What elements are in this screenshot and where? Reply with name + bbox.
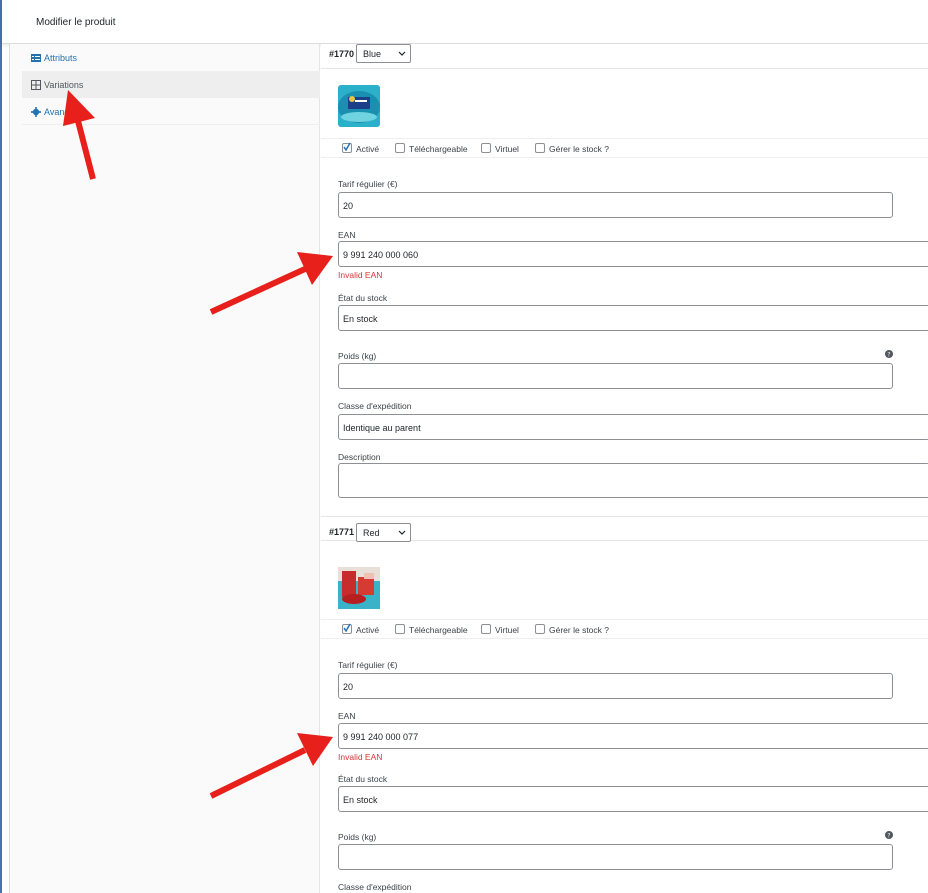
grid-icon [31,80,41,90]
manage-stock-label: Gérer le stock ? [549,625,609,635]
checkbox-box [535,143,545,153]
variation-image[interactable] [338,85,380,127]
checkbox-box [535,624,545,634]
svg-text:?: ? [887,351,890,358]
ean-value: 9 991 240 000 077 [343,732,419,742]
weight-input[interactable] [338,844,893,870]
price-value: 20 [343,201,354,211]
variation-image[interactable] [338,567,380,609]
ean-error: Invalid EAN [338,752,383,762]
manage-stock-label: Gérer le stock ? [549,144,609,154]
stock-status-label: État du stock [338,774,388,784]
gear-icon [31,107,41,117]
virtual-label: Virtuel [495,144,519,154]
svg-text:?: ? [887,832,890,839]
variation-attribute-select[interactable]: Red [356,523,411,542]
description-textarea[interactable] [338,463,928,498]
variation-id: #1771 [329,527,355,537]
tab-variations[interactable]: Variations [22,71,320,98]
check-icon [343,623,351,633]
variation-attribute-select[interactable]: Blue [356,44,411,63]
variation-header[interactable]: #1771 Red [321,516,928,542]
price-label: Tarif régulier (€) [338,179,398,189]
weight-label: Poids (kg) [338,832,377,842]
weight-input[interactable] [338,363,893,389]
checkbox-box [481,624,491,634]
variation-options-row: Activé Téléchargeable Virtuel Gérer le s… [321,619,928,639]
weight-label: Poids (kg) [338,351,377,361]
tab-attributes[interactable]: Attributs [22,44,320,71]
stock-status-select[interactable]: En stock [338,786,928,812]
tab-attributes-label: Attributs [44,53,78,63]
list-icon [31,54,41,62]
chevron-down-icon [398,51,406,56]
downloadable-label: Téléchargeable [409,144,468,154]
shipping-class-select[interactable]: Identique au parent [338,414,928,440]
shipping-class-label: Classe d'expédition [338,882,412,892]
stock-status-value: En stock [343,314,378,324]
checkbox-box [481,143,491,153]
ean-error: Invalid EAN [338,270,383,280]
variation-attribute-value: Red [363,528,380,538]
product-thumbnail-red-icon [338,567,380,609]
ean-input[interactable]: 9 991 240 000 077 [338,723,928,749]
tab-advanced[interactable]: Avancé [22,98,320,125]
checkbox-box [395,143,405,153]
ean-value: 9 991 240 000 060 [343,250,419,260]
virtual-label: Virtuel [495,625,519,635]
variation-attribute-value: Blue [363,49,382,59]
downloadable-label: Téléchargeable [409,625,468,635]
stock-status-select[interactable]: En stock [338,305,928,331]
window-title: Modifier le produit [36,17,116,28]
ean-input[interactable]: 9 991 240 000 060 [338,241,928,267]
price-value: 20 [343,682,354,692]
product-data-sidebar: Attributs Variations Avancé [9,44,320,893]
help-icon[interactable]: ? [885,350,893,358]
ean-label: EAN [338,711,356,721]
price-input[interactable]: 20 [338,192,893,218]
tab-advanced-label: Avancé [44,107,74,117]
title-bar: Modifier le produit [2,0,928,44]
stock-status-label: État du stock [338,293,388,303]
active-label: Activé [356,625,380,635]
help-icon[interactable]: ? [885,831,893,839]
variations-panel: #1770 Blue Activé Téléchargeable Virtuel [321,44,928,893]
shipping-class-value: Identique au parent [343,423,421,433]
check-icon [343,142,351,152]
variation-header[interactable]: #1770 Blue [321,44,928,69]
variation-id: #1770 [329,49,355,59]
chevron-down-icon [398,530,406,535]
checkbox-box [395,624,405,634]
price-label: Tarif régulier (€) [338,660,398,670]
stock-status-value: En stock [343,795,378,805]
tab-variations-label: Variations [44,80,84,90]
variation-options-row: Activé Téléchargeable Virtuel Gérer le s… [321,138,928,158]
shipping-class-label: Classe d'expédition [338,401,412,411]
description-label: Description [338,452,381,462]
product-thumbnail-blue-icon [338,85,380,127]
active-label: Activé [356,144,380,154]
ean-label: EAN [338,230,356,240]
price-input[interactable]: 20 [338,673,893,699]
